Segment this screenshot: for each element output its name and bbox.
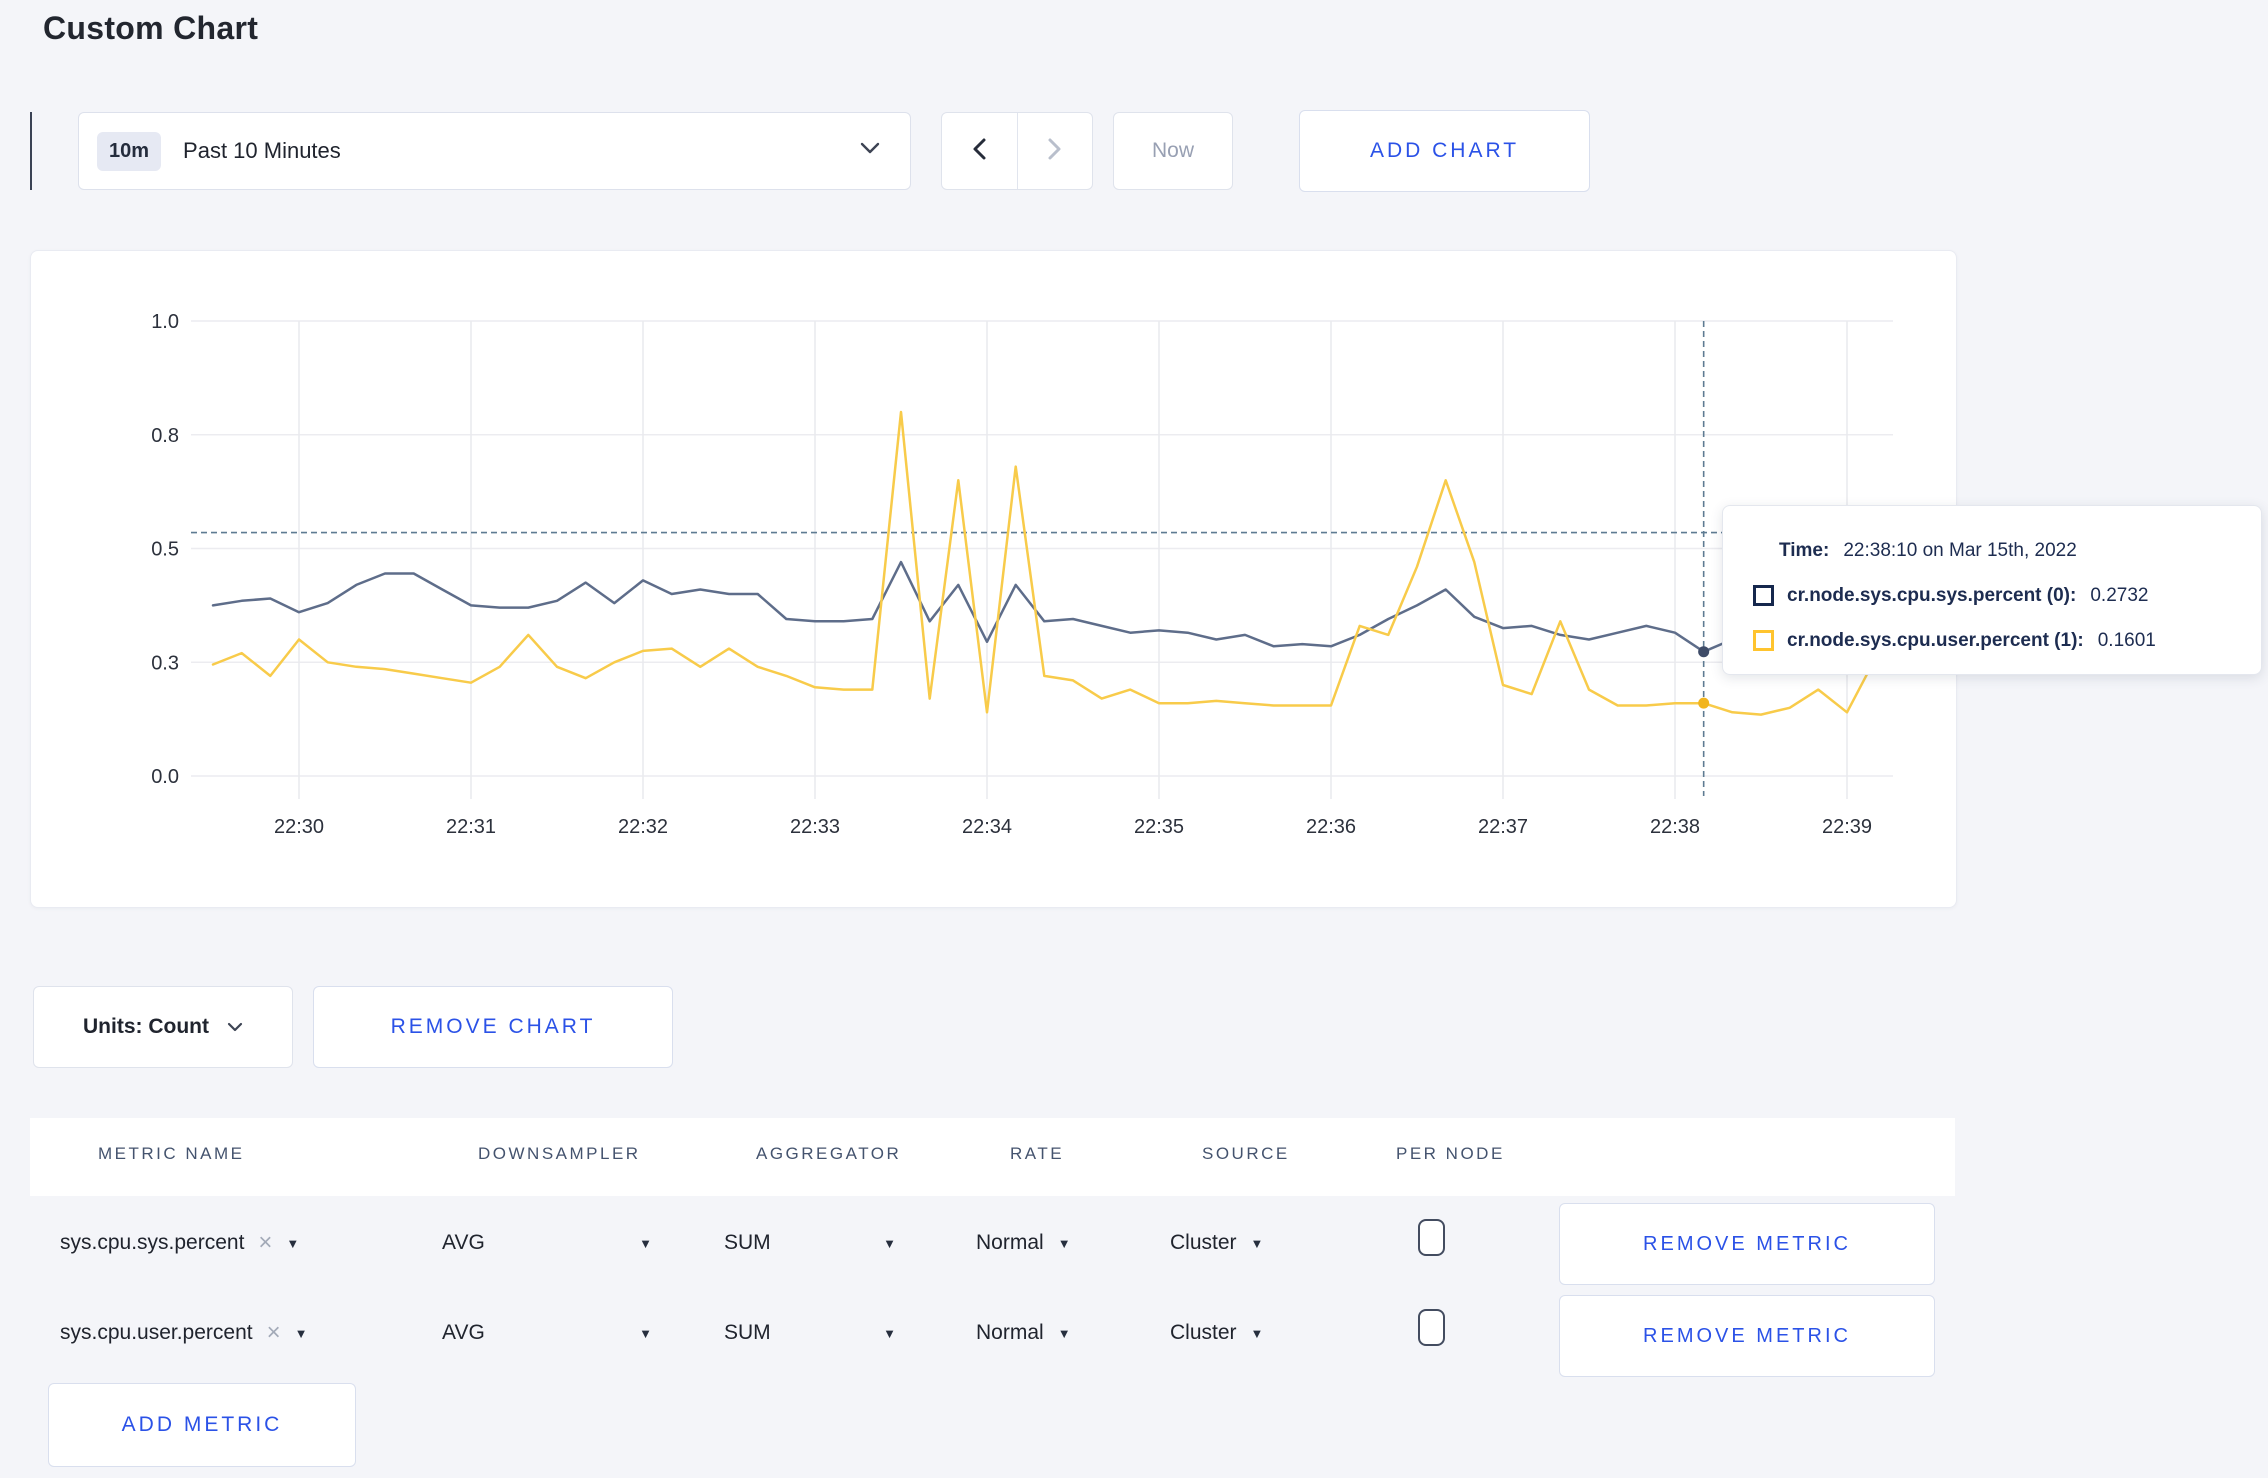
source-value: Cluster <box>1170 1231 1237 1254</box>
col-header-source: SOURCE <box>1202 1144 1290 1163</box>
y-axis-tick-label: 0.8 <box>151 425 179 447</box>
caret-down-icon: ▼ <box>639 1325 652 1341</box>
remove-metric-button[interactable]: REMOVE METRIC <box>1559 1295 1935 1377</box>
x-axis-tick-label: 22:33 <box>790 816 840 838</box>
caret-down-icon: ▼ <box>1057 1325 1071 1341</box>
tooltip-time-row: Time: 22:38:10 on Mar 15th, 2022 <box>1753 528 2261 573</box>
caret-down-icon: ▼ <box>639 1235 652 1251</box>
tooltip-time-value: 22:38:10 on Mar 15th, 2022 <box>1843 539 2077 561</box>
col-header-aggregator: AGGREGATOR <box>756 1144 902 1163</box>
toolbar-left-divider <box>30 112 32 190</box>
time-nav-group <box>941 112 1093 190</box>
caret-down-icon: ▼ <box>883 1235 896 1251</box>
metrics-table-header: METRIC NAME DOWNSAMPLER AGGREGATOR RATE … <box>30 1118 1955 1196</box>
timeseries-chart[interactable]: 0.0 0.3 0.5 0.8 1.0 22:30 22:31 22:32 22:33 22:34… <box>31 251 1956 907</box>
time-range-badge: 10m <box>97 131 162 171</box>
series-swatch-icon <box>1753 585 1774 606</box>
chevron-down-icon <box>227 1015 243 1039</box>
chart-tooltip: Time: 22:38:10 on Mar 15th, 2022 cr.node… <box>1722 505 2262 675</box>
remove-chart-button[interactable]: REMOVE CHART <box>313 986 673 1068</box>
rate-select[interactable]: Normal ▼ <box>976 1311 1071 1355</box>
tooltip-series-value: 0.1601 <box>2097 629 2156 651</box>
add-metric-button[interactable]: ADD METRIC <box>48 1383 356 1467</box>
y-axis-tick-label: 0.5 <box>151 539 179 561</box>
units-select[interactable]: Units: Count <box>33 986 293 1068</box>
rate-select[interactable]: Normal ▼ <box>976 1221 1071 1265</box>
hover-point-1 <box>1698 697 1710 709</box>
metric-name-select[interactable]: sys.cpu.sys.percent × ▼ <box>60 1221 299 1265</box>
caret-down-icon: ▼ <box>883 1325 896 1341</box>
x-axis-tick-label: 22:30 <box>274 816 324 838</box>
source-select[interactable]: Cluster ▼ <box>1170 1311 1263 1355</box>
remove-metric-button[interactable]: REMOVE METRIC <box>1559 1203 1935 1285</box>
rate-value: Normal <box>976 1231 1044 1254</box>
time-range-label: Past 10 Minutes <box>183 138 341 163</box>
downsampler-value: AVG <box>442 1321 485 1344</box>
time-forward-button[interactable] <box>1018 113 1093 189</box>
rate-value: Normal <box>976 1321 1044 1344</box>
caret-down-icon: ▼ <box>294 1325 308 1341</box>
caret-down-icon: ▼ <box>1250 1235 1264 1251</box>
aggregator-value: SUM <box>724 1321 771 1344</box>
tooltip-series-row: cr.node.sys.cpu.user.percent (1): 0.1601 <box>1753 618 2261 663</box>
aggregator-select[interactable]: SUM ▼ <box>724 1311 896 1355</box>
y-axis-tick-label: 1.0 <box>151 311 179 333</box>
metric-name-value: sys.cpu.sys.percent <box>60 1231 245 1254</box>
chevron-right-icon <box>1046 137 1063 166</box>
hover-point-0 <box>1698 646 1710 658</box>
chevron-left-icon <box>971 137 988 166</box>
aggregator-value: SUM <box>724 1231 771 1254</box>
tooltip-time-label: Time: <box>1779 539 1830 561</box>
add-chart-button[interactable]: ADD CHART <box>1299 110 1590 192</box>
time-back-button[interactable] <box>942 113 1018 189</box>
page-title: Custom Chart <box>43 10 259 46</box>
caret-down-icon: ▼ <box>286 1235 300 1251</box>
aggregator-select[interactable]: SUM ▼ <box>724 1221 896 1265</box>
tooltip-series-value: 0.2732 <box>2090 584 2149 606</box>
now-button[interactable]: Now <box>1113 112 1233 190</box>
chart-card: 0.0 0.3 0.5 0.8 1.0 22:30 22:31 22:32 22:33 22:34… <box>30 250 1957 908</box>
metric-name-select[interactable]: sys.cpu.user.percent × ▼ <box>60 1311 308 1355</box>
source-value: Cluster <box>1170 1321 1237 1344</box>
tooltip-series-name: cr.node.sys.cpu.sys.percent (0): <box>1787 584 2077 606</box>
per-node-checkbox[interactable] <box>1418 1309 1445 1346</box>
x-axis-tick-label: 22:32 <box>618 816 668 838</box>
col-header-rate: RATE <box>1010 1144 1065 1163</box>
tooltip-series-name: cr.node.sys.cpu.user.percent (1): <box>1787 629 2084 651</box>
time-range-select[interactable]: 10m Past 10 Minutes <box>78 112 911 190</box>
col-header-downsampler: DOWNSAMPLER <box>478 1144 641 1163</box>
caret-down-icon: ▼ <box>1250 1325 1264 1341</box>
x-axis-tick-label: 22:31 <box>446 816 496 838</box>
chevron-down-icon <box>860 142 880 160</box>
x-axis-tick-label: 22:38 <box>1650 816 1700 838</box>
x-axis-tick-label: 22:37 <box>1478 816 1528 838</box>
tooltip-series-row: cr.node.sys.cpu.sys.percent (0): 0.2732 <box>1753 573 2261 618</box>
x-axis-tick-label: 22:34 <box>962 816 1012 838</box>
x-axis-tick-label: 22:39 <box>1822 816 1872 838</box>
downsampler-value: AVG <box>442 1231 485 1254</box>
per-node-checkbox[interactable] <box>1418 1219 1445 1256</box>
metric-name-value: sys.cpu.user.percent <box>60 1321 253 1344</box>
close-icon[interactable]: × <box>258 1231 272 1255</box>
y-axis-tick-label: 0.0 <box>151 766 179 788</box>
x-axis-tick-label: 22:36 <box>1306 816 1356 838</box>
series-line-0 <box>211 560 1877 653</box>
downsampler-select[interactable]: AVG ▼ <box>442 1311 652 1355</box>
col-header-metric-name: METRIC NAME <box>98 1144 245 1163</box>
downsampler-select[interactable]: AVG ▼ <box>442 1221 652 1265</box>
units-label: Units: Count <box>83 1015 209 1038</box>
x-axis-tick-label: 22:35 <box>1134 816 1184 838</box>
col-header-per-node: PER NODE <box>1396 1144 1505 1163</box>
source-select[interactable]: Cluster ▼ <box>1170 1221 1263 1265</box>
series-swatch-icon <box>1753 630 1774 651</box>
caret-down-icon: ▼ <box>1057 1235 1071 1251</box>
y-axis-tick-label: 0.3 <box>151 652 179 674</box>
series-line-1 <box>211 410 1877 716</box>
close-icon[interactable]: × <box>267 1321 281 1345</box>
